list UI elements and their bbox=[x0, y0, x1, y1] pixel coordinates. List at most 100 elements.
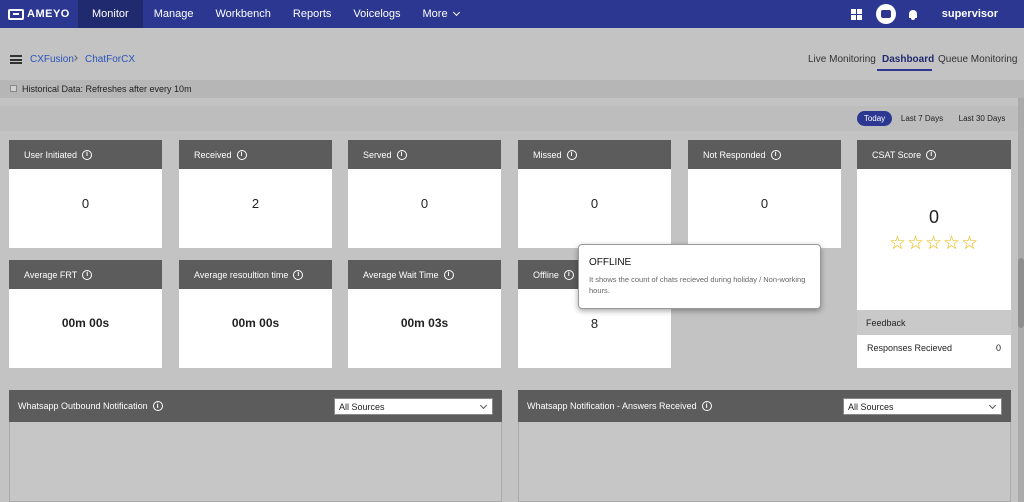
metric-label: Average resoultion time bbox=[194, 269, 289, 280]
logo-text: AMEYO bbox=[27, 8, 70, 20]
chat-icon[interactable] bbox=[875, 4, 896, 24]
metric-value: 0 bbox=[760, 196, 769, 211]
source-select[interactable]: All Sources bbox=[334, 398, 493, 415]
bell-icon[interactable] bbox=[908, 9, 918, 20]
page-scrollbar[interactable] bbox=[1018, 98, 1024, 502]
range-last-7-days[interactable]: Last 7 Days bbox=[898, 111, 946, 126]
info-icon[interactable]: i bbox=[566, 149, 577, 160]
panel-body bbox=[9, 422, 502, 502]
metric-value: 0 bbox=[420, 196, 429, 211]
range-today[interactable]: Today bbox=[857, 111, 892, 126]
metric-label: Served bbox=[363, 149, 392, 160]
star-rating-icon: ☆☆☆☆☆ bbox=[888, 233, 980, 254]
breadcrumb-chatforcx[interactable]: ChatForCX bbox=[85, 54, 135, 65]
info-icon[interactable]: i bbox=[701, 401, 712, 411]
responses-received-label: Responses Recieved bbox=[867, 343, 953, 353]
nav-reports[interactable]: Reports bbox=[282, 0, 343, 28]
tab-dashboard[interactable]: Dashboard bbox=[882, 54, 934, 65]
panel-body bbox=[518, 422, 1011, 502]
chevron-down-icon bbox=[479, 401, 488, 410]
logo-icon bbox=[8, 8, 24, 20]
nav-manage[interactable]: Manage bbox=[143, 0, 205, 28]
range-last-30-days[interactable]: Last 30 Days bbox=[955, 111, 1009, 126]
nav-manage-label: Manage bbox=[153, 8, 194, 20]
metric-label: Offline bbox=[533, 269, 559, 280]
metric-value: 0 bbox=[590, 196, 599, 211]
responses-received-value: 0 bbox=[995, 343, 1001, 353]
info-icon[interactable]: i bbox=[293, 269, 304, 280]
csat-score-card: CSAT Score i 0 ☆☆☆☆☆ Feedback Responses R… bbox=[857, 140, 1011, 368]
metric-label: Missed bbox=[533, 149, 562, 160]
metric-card-average-resolution-time: Average resoultion time i 00m 00s bbox=[179, 260, 332, 368]
panel-header: Whatsapp Outbound Notification i All Sour… bbox=[9, 390, 502, 422]
panel-header: Whatsapp Notification - Answers Received… bbox=[518, 390, 1011, 422]
metric-card-received: Received i 2 bbox=[179, 140, 332, 248]
tooltip-body: It shows the count of chats recieved dur… bbox=[589, 275, 806, 295]
feedback-header: Feedback bbox=[857, 310, 1011, 335]
info-icon[interactable]: i bbox=[152, 401, 163, 411]
user-menu[interactable]: supervisor bbox=[942, 8, 998, 20]
whatsapp-outbound-panel: Whatsapp Outbound Notification i All Sour… bbox=[9, 390, 502, 502]
nav-more-label: More bbox=[422, 8, 448, 20]
ameyo-logo[interactable]: AMEYO bbox=[8, 8, 78, 20]
csat-header: CSAT Score i bbox=[857, 140, 1011, 169]
metric-card-header: Missed i bbox=[518, 140, 671, 169]
nav-voicelogs[interactable]: Voicelogs bbox=[342, 0, 411, 28]
chevron-down-icon bbox=[452, 8, 460, 17]
metric-card-average-wait-time: Average Wait Time i 00m 03s bbox=[348, 260, 501, 368]
nav-right-tools: supervisor bbox=[850, 0, 1024, 28]
whatsapp-answers-panel: Whatsapp Notification - Answers Received… bbox=[518, 390, 1011, 502]
tab-queue-monitoring[interactable]: Queue Monitoring bbox=[938, 54, 1018, 65]
info-icon[interactable]: i bbox=[396, 149, 407, 160]
checkbox-icon[interactable] bbox=[10, 85, 17, 92]
info-icon[interactable]: i bbox=[236, 149, 247, 160]
nav-workbench-label: Workbench bbox=[215, 8, 271, 20]
csat-label: CSAT Score bbox=[872, 149, 922, 160]
metric-card-header: Average resoultion time i bbox=[179, 260, 332, 289]
metric-card-average-frt: Average FRT i 00m 00s bbox=[9, 260, 162, 368]
nav-monitor[interactable]: Monitor bbox=[78, 0, 143, 28]
panel-title: Whatsapp Outbound Notification bbox=[18, 401, 148, 411]
nav-monitor-label: Monitor bbox=[92, 8, 129, 20]
nav-workbench[interactable]: Workbench bbox=[204, 0, 281, 28]
offline-tooltip: OFFLINE It shows the count of chats reci… bbox=[578, 244, 821, 309]
date-range-bar: Today Last 7 Days Last 30 Days bbox=[0, 106, 1018, 131]
metric-label: Not Responded bbox=[703, 149, 766, 160]
metric-label: Received bbox=[194, 149, 232, 160]
info-icon[interactable]: i bbox=[82, 269, 93, 280]
metric-card-missed: Missed i 0 bbox=[518, 140, 671, 248]
active-tab-indicator bbox=[877, 69, 932, 71]
historical-data-label: Historical Data: Refreshes after every 1… bbox=[22, 84, 192, 94]
breadcrumb-cxfusion[interactable]: CXFusion bbox=[30, 54, 74, 65]
nav-more[interactable]: More bbox=[412, 0, 470, 28]
nav-reports-label: Reports bbox=[292, 8, 332, 20]
menu-icon[interactable] bbox=[10, 55, 22, 64]
metric-card-user-initiated: User Initiated i 0 bbox=[9, 140, 162, 248]
csat-value: 0 bbox=[928, 207, 939, 227]
apps-grid-icon[interactable] bbox=[850, 8, 862, 20]
metric-value: 0 bbox=[81, 196, 90, 211]
metric-label: Average Wait Time bbox=[363, 269, 439, 280]
metric-value: 00m 00s bbox=[61, 316, 110, 330]
metric-value: 2 bbox=[251, 196, 260, 211]
metric-label: Average FRT bbox=[24, 269, 78, 280]
info-icon[interactable]: i bbox=[82, 149, 93, 160]
top-navigation-bar: AMEYO Monitor Manage Workbench Reports V… bbox=[0, 0, 1024, 28]
chevron-down-icon bbox=[988, 401, 997, 410]
source-select[interactable]: All Sources bbox=[843, 398, 1002, 415]
metric-label: User Initiated bbox=[24, 149, 78, 160]
scrollbar-thumb[interactable] bbox=[1018, 258, 1024, 328]
breadcrumb-bar: CXFusion ChatForCX Live Monitoring Dashb… bbox=[0, 28, 1024, 80]
tab-live-monitoring[interactable]: Live Monitoring bbox=[808, 54, 876, 65]
metric-card-header: Served i bbox=[348, 140, 501, 169]
info-icon[interactable]: i bbox=[563, 269, 574, 280]
panel-title: Whatsapp Notification - Answers Received bbox=[527, 401, 697, 411]
info-icon[interactable]: i bbox=[443, 269, 454, 280]
source-select-value: All Sources bbox=[848, 401, 894, 412]
info-icon[interactable]: i bbox=[926, 149, 937, 160]
info-icon[interactable]: i bbox=[770, 149, 781, 160]
metric-card-header: User Initiated i bbox=[9, 140, 162, 169]
nav-voicelogs-label: Voicelogs bbox=[353, 8, 401, 20]
metric-card-header: Not Responded i bbox=[688, 140, 841, 169]
tooltip-title: OFFLINE bbox=[589, 257, 632, 268]
